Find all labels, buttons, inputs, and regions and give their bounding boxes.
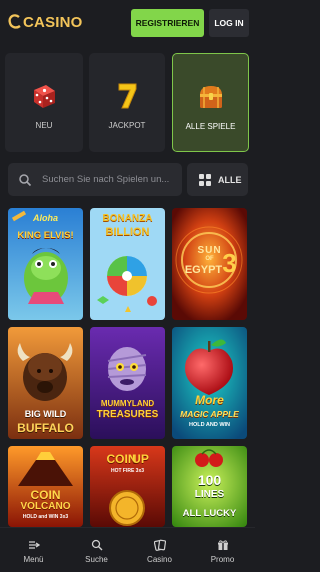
category-jackpot[interactable]: JACKPOT (89, 53, 165, 152)
top-header: CASINO REGISTRIEREN LOG IN (0, 0, 255, 46)
menu-arrow-icon (28, 538, 40, 550)
game-art (8, 208, 83, 320)
game-art-text: TREASURES (96, 409, 159, 420)
game-art-text: HOLD and WIN 3x3 (22, 514, 69, 520)
nav-label: Suche (85, 555, 108, 564)
nav-label: Promo (210, 555, 235, 564)
game-tile-sun-of-egypt-3[interactable]: SUN OF EGYPT 3 (172, 208, 247, 320)
game-tile-big-wild-buffalo[interactable]: BIG WILD BUFFALO (8, 327, 83, 439)
filter-label: ALLE (218, 174, 242, 185)
category-label: JACKPOT (108, 121, 146, 130)
game-tile-coin-up[interactable]: COIN UP HOT FIRE 3x3 (90, 446, 165, 527)
game-art-text: LINES (194, 489, 225, 500)
category-all-games[interactable]: ALLE SPIELE (172, 53, 249, 152)
logo-swirl-icon (8, 14, 22, 30)
game-art-text: HOT FIRE 3x3 (110, 468, 145, 474)
search-bar[interactable] (8, 163, 182, 196)
category-new[interactable]: NEU (5, 53, 83, 152)
bottom-navigation: Menü Suche Casino Promo (0, 527, 255, 572)
nav-menu[interactable]: Menü (2, 528, 65, 572)
seven-icon (111, 80, 143, 112)
login-button[interactable]: LOG IN (209, 9, 249, 37)
game-art-text: 3 (222, 248, 237, 278)
search-icon (91, 538, 103, 551)
game-art-text: BILLION (105, 226, 150, 238)
game-art-text: KING ELVIS! (17, 230, 74, 241)
category-label: NEU (35, 121, 53, 130)
treasure-chest-icon (195, 81, 227, 113)
nav-promo[interactable]: Promo (191, 528, 254, 572)
dice-icon (28, 80, 60, 112)
game-tile-bonanza-billion[interactable]: BONANZA BILLION (90, 208, 165, 320)
game-art-text: More (195, 393, 224, 407)
game-art-text: BUFFALO (17, 421, 74, 435)
search-icon (18, 173, 32, 187)
game-tile-mummyland-treasures[interactable]: MUMMYLAND TREASURES (90, 327, 165, 439)
nav-search[interactable]: Suche (65, 528, 128, 572)
game-art-text: HOLD AND WIN (188, 422, 231, 428)
game-art (90, 208, 165, 320)
game-art-text: COIN (30, 488, 61, 502)
casino-logo[interactable]: CASINO (8, 12, 83, 32)
logo-text: CASINO (23, 13, 83, 31)
game-art-text: BIG WILD (24, 409, 67, 419)
game-art-text: MAGIC APPLE (180, 409, 239, 419)
nav-casino[interactable]: Casino (128, 528, 191, 572)
game-tile-coin-volcano[interactable]: COIN VOLCANO HOLD and WIN 3x3 (8, 446, 83, 527)
filter-all-button[interactable]: ALLE (187, 163, 248, 196)
search-input[interactable] (40, 173, 182, 186)
nav-label: Casino (147, 555, 172, 564)
game-tile-more-magic-apple[interactable]: More MAGIC APPLE HOLD AND WIN (172, 327, 247, 439)
gift-icon (217, 538, 229, 550)
game-art-text: VOLCANO (20, 501, 71, 512)
register-button[interactable]: REGISTRIEREN (131, 9, 204, 37)
game-art-text: ALL LUCKY (182, 508, 237, 519)
category-label: ALLE SPIELE (185, 122, 236, 131)
game-art-text: BONANZA (102, 213, 153, 224)
game-art-text: 100 (197, 472, 222, 488)
game-tile-aloha-king-elvis[interactable]: Aloha KING ELVIS! (8, 208, 83, 320)
game-art-text: MUMMYLAND (100, 399, 155, 408)
game-art-text: Aloha (32, 213, 58, 223)
grid-icon (199, 173, 211, 186)
cards-icon (153, 538, 166, 551)
nav-label: Menü (23, 555, 44, 564)
game-tile-100-lines-all-lucky[interactable]: 100 LINES ALL LUCKY (172, 446, 247, 527)
game-art (90, 327, 165, 439)
game-art-text: UP (132, 452, 149, 466)
